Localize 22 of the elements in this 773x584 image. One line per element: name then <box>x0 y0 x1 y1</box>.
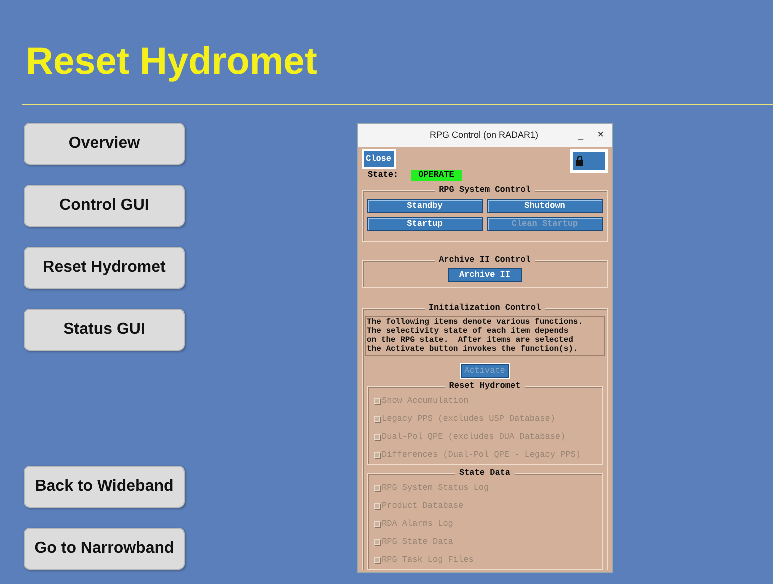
nav-button[interactable]: Overview <box>24 123 185 165</box>
close-button[interactable]: × <box>598 127 604 144</box>
state-label: State: <box>368 169 399 182</box>
archive-button[interactable]: Archive II <box>448 268 522 282</box>
close-button[interactable]: Close <box>362 149 396 169</box>
state-value: OPERATE <box>410 170 462 181</box>
nav-button[interactable]: Reset Hydromet <box>24 247 185 289</box>
nav-button[interactable]: Go to Narrowband <box>24 528 185 570</box>
dialog-button[interactable]: Shutdown <box>487 198 603 213</box>
minimize-button[interactable]: _ <box>578 128 584 142</box>
window-title: RPG Control (on RADAR1) <box>430 128 539 142</box>
nav-button[interactable]: Status GUI <box>24 309 185 351</box>
lock-icon <box>576 156 584 166</box>
group-title: RPG System Control <box>435 184 535 196</box>
dialog-button[interactable]: Startup <box>367 216 483 231</box>
dialog-button[interactable]: Standby <box>367 198 483 213</box>
lock-button[interactable] <box>570 149 608 173</box>
nav-button[interactable]: Control GUI <box>24 185 185 227</box>
description-text: The following items denote various functions. The selectivity state of each item depends on the RPG state. After items are selected the Activate button invokes the function(s). <box>367 318 584 354</box>
nav-button[interactable]: Back to Wideband <box>24 466 185 508</box>
page-title: Reset Hydromet <box>26 40 318 85</box>
group-title: Reset Hydromet <box>445 380 525 392</box>
